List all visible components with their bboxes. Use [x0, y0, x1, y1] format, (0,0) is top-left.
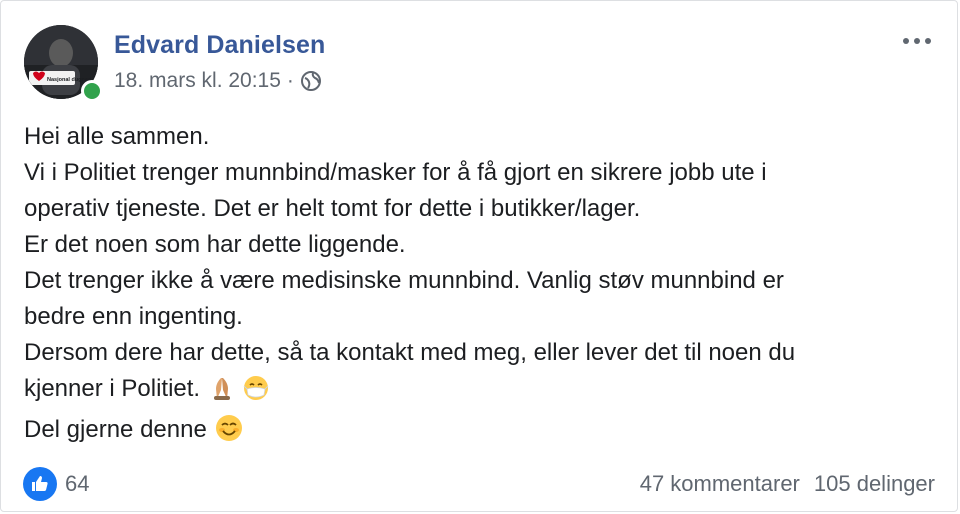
post-footer: 64 47 kommentarer 105 delinger: [23, 464, 935, 504]
shares-count-link[interactable]: 105 delinger: [814, 471, 935, 497]
like-reaction-icon: [23, 467, 57, 501]
comments-count-link[interactable]: 47 kommentarer: [640, 471, 800, 497]
post-line: Det trenger ikke å være medisinske munnb…: [24, 267, 784, 294]
post-line: Er det noen som har dette liggende.: [24, 231, 406, 258]
smiling-face-emoji: [215, 414, 243, 453]
like-count: 64: [65, 471, 90, 496]
post-line: Vi i Politiet trenger munnbind/masker fo…: [24, 159, 767, 186]
post-body: Hei alle sammen. Vi i Politiet trenger m…: [24, 119, 944, 453]
post-line: bedre enn ingenting.: [24, 303, 243, 330]
reactions-summary[interactable]: 64: [23, 467, 89, 501]
post-stats: 47 kommentarer 105 delinger: [640, 471, 935, 497]
mask-face-emoji: [243, 375, 269, 412]
folded-hands-emoji: [209, 375, 235, 412]
author-name[interactable]: Edvard Danielsen: [114, 31, 325, 60]
post-line: operativ tjeneste. Det er helt tomt for …: [24, 195, 641, 222]
globe-icon[interactable]: [300, 70, 322, 92]
post-line: Hei alle sammen.: [24, 123, 210, 150]
meta-separator: ·: [286, 69, 294, 92]
post-line-with-emoji: Del gjerne denne: [24, 412, 944, 453]
post-line-with-emoji: kjenner i Politiet.: [24, 371, 944, 412]
post-meta: 18. mars kl. 20:15 ·: [114, 69, 322, 93]
post-header: Nasjonal dugnad Edvard Danielsen 18. mar…: [21, 25, 937, 103]
post-line-text: kjenner i Politiet.: [24, 375, 201, 402]
post-line-text: Del gjerne denne: [24, 416, 207, 443]
online-status-dot: [81, 80, 103, 102]
post-card: Nasjonal dugnad Edvard Danielsen 18. mar…: [0, 0, 958, 512]
more-options-icon[interactable]: [897, 29, 937, 53]
post-timestamp[interactable]: 18. mars kl. 20:15: [114, 69, 281, 93]
post-line: Dersom dere har dette, så ta kontakt med…: [24, 339, 796, 366]
